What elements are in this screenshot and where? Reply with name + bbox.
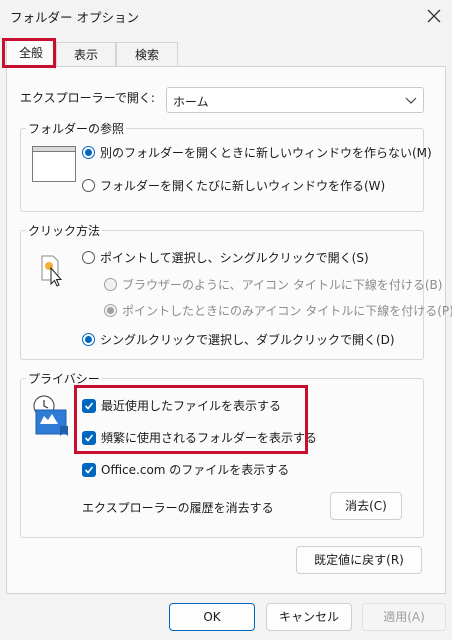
radio-new-window-label: フォルダーを開くたびに新しいウィンドウを作る(W) bbox=[100, 179, 386, 193]
close-icon[interactable] bbox=[422, 4, 446, 28]
radio-single-click-button[interactable] bbox=[82, 251, 95, 264]
radio-single-click-label: ポイントして選択し、シングルクリックで開く(S) bbox=[100, 251, 369, 265]
check-frequent-folders[interactable]: 頻繁に使用されるフォルダーを表示する bbox=[82, 429, 317, 446]
radio-same-window-button[interactable] bbox=[82, 146, 95, 159]
check-frequent-folders-box[interactable] bbox=[82, 430, 96, 445]
open-in-dropdown[interactable]: ホーム bbox=[166, 87, 424, 113]
tab-view[interactable]: 表示 bbox=[56, 42, 116, 68]
tab-search[interactable]: 検索 bbox=[116, 42, 178, 68]
cancel-button[interactable]: キャンセル bbox=[266, 603, 352, 631]
radio-same-window[interactable]: 別のフォルダーを開くときに新しいウィンドウを作らない(M) bbox=[82, 144, 432, 161]
check-recent-files-label: 最近使用したファイルを表示する bbox=[101, 399, 282, 413]
clear-history-button[interactable]: 消去(C) bbox=[330, 492, 402, 520]
radio-new-window[interactable]: フォルダーを開くたびに新しいウィンドウを作る(W) bbox=[82, 177, 385, 194]
window-title: フォルダー オプション bbox=[10, 10, 139, 25]
browse-folders-group bbox=[20, 128, 424, 212]
tab-view-label: 表示 bbox=[73, 48, 98, 62]
pointer-click-icon bbox=[41, 255, 63, 287]
radio-same-window-label: 別のフォルダーを開くときに新しいウィンドウを作らない(M) bbox=[100, 146, 432, 160]
ok-button[interactable]: OK bbox=[169, 603, 255, 631]
radio-underline-point-label: ポイントしたときにのみアイコン タイトルに下線を付ける(P) bbox=[122, 304, 452, 318]
tab-general-label: 全般 bbox=[18, 46, 43, 60]
radio-underline-point: ポイントしたときにのみアイコン タイトルに下線を付ける(P) bbox=[104, 302, 452, 319]
tab-strip: 全般 表示 検索 bbox=[0, 38, 452, 69]
tab-general[interactable]: 全般 bbox=[6, 40, 56, 69]
radio-double-click-label: シングルクリックで選択し、ダブルクリックで開く(D) bbox=[100, 333, 395, 347]
click-method-legend: クリック方法 bbox=[26, 222, 103, 239]
check-office-files[interactable]: Office.com のファイルを表示する bbox=[82, 461, 289, 478]
radio-new-window-button[interactable] bbox=[82, 179, 95, 192]
privacy-shield-icon bbox=[33, 395, 68, 436]
radio-single-click[interactable]: ポイントして選択し、シングルクリックで開く(S) bbox=[82, 249, 369, 266]
check-frequent-folders-label: 頻繁に使用されるフォルダーを表示する bbox=[101, 431, 318, 445]
open-in-label: エクスプローラーで開く: bbox=[20, 91, 155, 105]
radio-underline-always-button bbox=[104, 278, 117, 291]
radio-double-click[interactable]: シングルクリックで選択し、ダブルクリックで開く(D) bbox=[82, 331, 395, 348]
radio-underline-always-label: ブラウザーのように、アイコン タイトルに下線を付ける(B) bbox=[122, 278, 443, 292]
check-recent-files[interactable]: 最近使用したファイルを表示する bbox=[82, 397, 281, 414]
restore-defaults-button[interactable]: 既定値に戻す(R) bbox=[296, 546, 422, 574]
title-bar: フォルダー オプション bbox=[0, 0, 452, 32]
check-office-files-box[interactable] bbox=[82, 462, 96, 477]
clear-history-label: エクスプローラーの履歴を消去する bbox=[82, 501, 274, 515]
radio-underline-point-button bbox=[104, 304, 117, 317]
tab-search-label: 検索 bbox=[134, 48, 159, 62]
chevron-down-icon bbox=[405, 97, 417, 104]
radio-double-click-button[interactable] bbox=[82, 333, 95, 346]
radio-underline-always: ブラウザーのように、アイコン タイトルに下線を付ける(B) bbox=[104, 276, 442, 293]
check-office-files-label: Office.com のファイルを表示する bbox=[101, 463, 290, 477]
privacy-legend: プライバシー bbox=[26, 370, 102, 387]
window-icon bbox=[32, 146, 76, 182]
apply-button: 適用(A) bbox=[362, 603, 446, 631]
check-recent-files-box[interactable] bbox=[82, 398, 96, 413]
browse-folders-legend: フォルダーの参照 bbox=[26, 120, 127, 137]
open-in-value: ホーム bbox=[173, 95, 209, 109]
